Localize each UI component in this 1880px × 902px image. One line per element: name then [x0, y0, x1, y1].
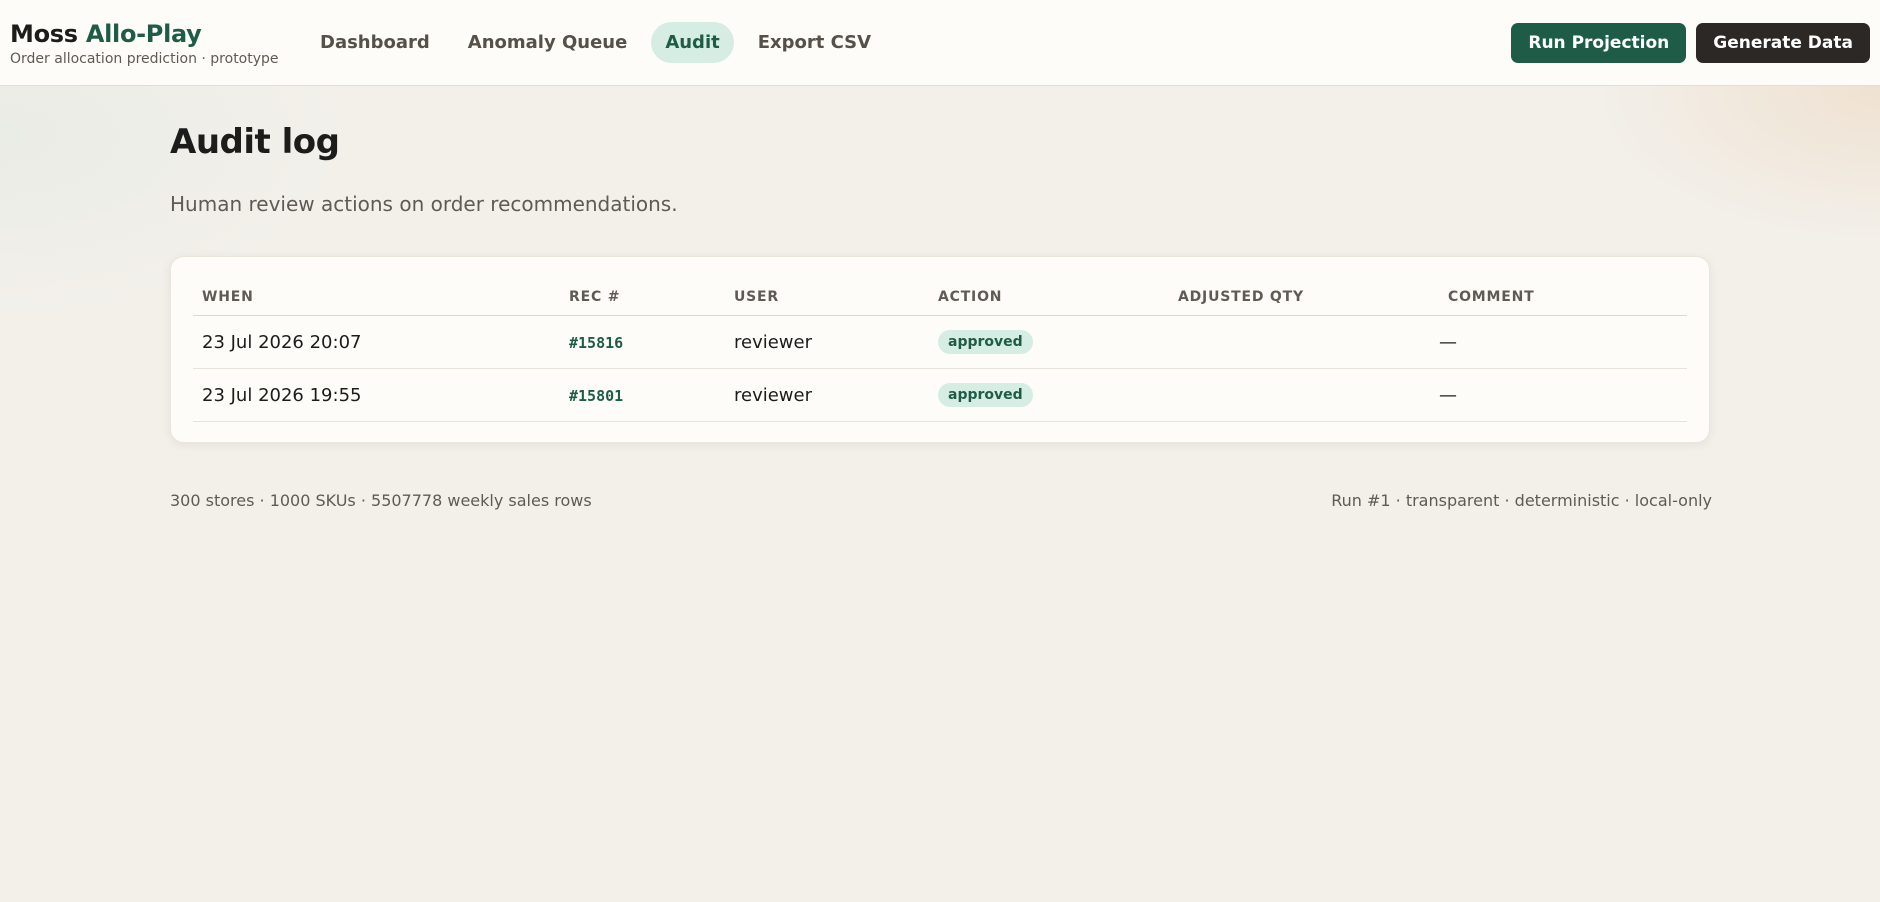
audit-table-card: WHEN REC # USER ACTION ADJUSTED QTY COMM…: [170, 256, 1710, 443]
cell-rec: #15816: [560, 315, 725, 369]
footer-stats: 300 stores · 1000 SKUs · 5507778 weekly …: [170, 491, 592, 510]
cell-action: approved: [929, 368, 1169, 422]
run-projection-button[interactable]: Run Projection: [1511, 22, 1687, 63]
table-row: 23 Jul 2026 20:07 #15816 reviewer approv…: [193, 315, 1687, 369]
rec-link[interactable]: #15816: [569, 334, 623, 352]
column-header-action: ACTION: [929, 275, 1169, 316]
top-bar: Moss Allo-Play Order allocation predicti…: [0, 0, 1880, 86]
cell-adjusted-qty: [1169, 368, 1439, 422]
nav-dashboard[interactable]: Dashboard: [306, 22, 444, 63]
cell-comment: —: [1439, 368, 1687, 422]
brand-accent: Allo-Play: [85, 19, 202, 48]
main-content: Audit log Human review actions on order …: [0, 122, 1710, 443]
column-header-user: USER: [725, 275, 929, 316]
status-badge: approved: [938, 383, 1033, 407]
brand-subtitle: Order allocation prediction · prototype: [10, 50, 279, 67]
cell-comment: —: [1439, 315, 1687, 369]
cell-user: reviewer: [725, 368, 929, 422]
rec-link[interactable]: #15801: [569, 387, 623, 405]
table-header-row: WHEN REC # USER ACTION ADJUSTED QTY COMM…: [193, 275, 1687, 316]
nav-audit[interactable]: Audit: [651, 22, 734, 63]
table-row: 23 Jul 2026 19:55 #15801 reviewer approv…: [193, 368, 1687, 422]
page-subtitle: Human review actions on order recommenda…: [170, 192, 678, 216]
generate-data-button[interactable]: Generate Data: [1696, 22, 1870, 63]
nav-export-csv[interactable]: Export CSV: [744, 22, 885, 63]
nav-anomaly-queue[interactable]: Anomaly Queue: [454, 22, 642, 63]
app-title: Moss Allo-Play: [10, 19, 306, 49]
cell-when: 23 Jul 2026 19:55: [193, 368, 560, 422]
column-header-comment: COMMENT: [1439, 275, 1687, 316]
column-header-adjusted-qty: ADJUSTED QTY: [1169, 275, 1439, 316]
cell-user: reviewer: [725, 315, 929, 369]
audit-table: WHEN REC # USER ACTION ADJUSTED QTY COMM…: [193, 275, 1687, 422]
brand: Moss Allo-Play Order allocation predicti…: [10, 19, 306, 67]
main-nav: Dashboard Anomaly Queue Audit Export CSV: [306, 22, 885, 63]
page-title: Audit log: [170, 122, 340, 162]
cell-adjusted-qty: [1169, 315, 1439, 369]
brand-name: Moss: [10, 19, 78, 48]
cell-action: approved: [929, 315, 1169, 369]
footer: 300 stores · 1000 SKUs · 5507778 weekly …: [170, 491, 1712, 510]
cell-when: 23 Jul 2026 20:07: [193, 315, 560, 369]
header-actions: Run Projection Generate Data: [1511, 22, 1870, 63]
status-badge: approved: [938, 330, 1033, 354]
cell-rec: #15801: [560, 368, 725, 422]
footer-run-info: Run #1 · transparent · deterministic · l…: [1331, 491, 1712, 510]
column-header-when: WHEN: [193, 275, 560, 316]
column-header-rec: REC #: [560, 275, 725, 316]
